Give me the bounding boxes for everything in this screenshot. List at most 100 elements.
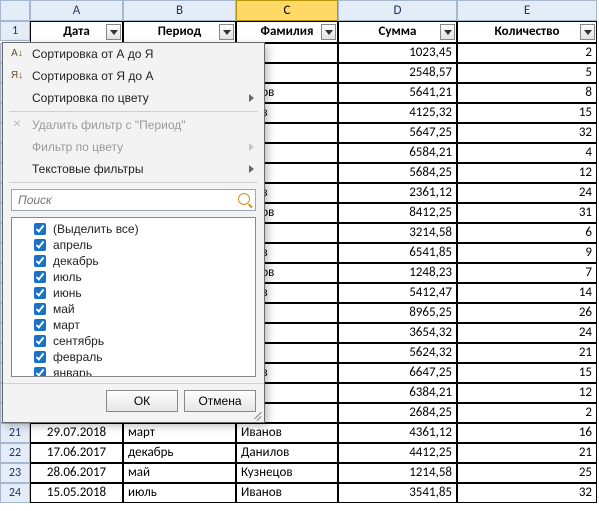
col-header-c[interactable]: C (236, 0, 338, 21)
cell[interactable]: 5647,25 (338, 123, 457, 143)
cell[interactable]: 6384,21 (338, 383, 457, 403)
sort-by-color-item[interactable]: Сортировка по цвету (3, 87, 264, 109)
cell[interactable]: 5684,25 (338, 163, 457, 183)
cell[interactable]: 4361,12 (338, 423, 457, 443)
col-header-a[interactable]: A (30, 0, 123, 21)
cell[interactable]: 1248,23 (338, 263, 457, 283)
ok-button[interactable]: ОК (106, 390, 178, 412)
cell[interactable]: 29.07.2018 (30, 423, 123, 443)
cell[interactable]: 15.05.2018 (30, 483, 123, 503)
cell[interactable]: 1023,45 (338, 43, 457, 63)
cell[interactable]: май (123, 463, 236, 483)
cell[interactable]: 1214,58 (338, 463, 457, 483)
cell[interactable]: 26 (457, 303, 597, 323)
row-header[interactable]: 21 (0, 423, 30, 443)
filter-value-item[interactable]: июнь (16, 285, 251, 301)
filter-dropdown-icon[interactable] (580, 24, 595, 40)
cell[interactable]: 17.06.2017 (30, 443, 123, 463)
cell[interactable]: 5 (457, 63, 597, 83)
cell[interactable]: 28.06.2017 (30, 463, 123, 483)
filter-value-item[interactable]: декабрь (16, 253, 251, 269)
cell[interactable]: 2361,12 (338, 183, 457, 203)
filter-value-item[interactable]: январь (16, 365, 251, 377)
cell[interactable]: 5624,32 (338, 343, 457, 363)
cell[interactable]: 14 (457, 283, 597, 303)
cell[interactable]: 31 (457, 203, 597, 223)
select-all-corner[interactable] (0, 0, 30, 21)
cell[interactable]: 5641,21 (338, 83, 457, 103)
cell[interactable]: 9 (457, 243, 597, 263)
cell[interactable]: 7 (457, 263, 597, 283)
header-date[interactable]: Дата (30, 21, 123, 43)
header-qty[interactable]: Количество (457, 21, 597, 43)
cell[interactable]: 4 (457, 143, 597, 163)
cell[interactable]: 3541,85 (338, 483, 457, 503)
filter-search-input[interactable] (11, 189, 256, 211)
cell[interactable]: 8965,25 (338, 303, 457, 323)
col-header-b[interactable]: B (123, 0, 236, 21)
filter-value-item[interactable]: апрель (16, 237, 251, 253)
filter-dropdown-icon[interactable] (106, 24, 121, 40)
row-header[interactable]: 22 (0, 443, 30, 463)
cell[interactable]: 12 (457, 163, 597, 183)
cell[interactable]: 16 (457, 423, 597, 443)
cell[interactable]: 3214,58 (338, 223, 457, 243)
cell[interactable]: 12 (457, 383, 597, 403)
cell[interactable]: 2 (457, 403, 597, 423)
cell[interactable]: 24 (457, 323, 597, 343)
filter-dropdown-icon[interactable] (321, 24, 336, 40)
cell[interactable]: Иванов (236, 483, 338, 503)
cell[interactable]: 21 (457, 343, 597, 363)
cell[interactable]: 25 (457, 463, 597, 483)
cell[interactable]: 2684,25 (338, 403, 457, 423)
filter-dropdown-icon[interactable] (440, 24, 455, 40)
row-header[interactable]: 24 (0, 483, 30, 503)
cell[interactable]: декабрь (123, 443, 236, 463)
header-period[interactable]: Период (123, 21, 236, 43)
filter-value-item[interactable]: март (16, 317, 251, 333)
cell[interactable]: 8412,25 (338, 203, 457, 223)
sort-asc-item[interactable]: А↓ Сортировка от А до Я (3, 43, 264, 65)
cell[interactable]: 6 (457, 223, 597, 243)
separator (9, 111, 258, 112)
filter-value-item[interactable]: июль (16, 269, 251, 285)
cell[interactable]: июль (123, 483, 236, 503)
filter-value-item[interactable]: февраль (16, 349, 251, 365)
cell[interactable]: 5412,47 (338, 283, 457, 303)
resize-grip-icon[interactable] (253, 411, 263, 421)
header-sum[interactable]: Сумма (338, 21, 457, 43)
cell[interactable]: 8 (457, 83, 597, 103)
cell[interactable]: 6584,21 (338, 143, 457, 163)
cancel-button[interactable]: Отмена (184, 390, 256, 412)
cell[interactable]: 2 (457, 43, 597, 63)
check-label: (Выделить все) (53, 222, 139, 236)
cell[interactable]: 2548,57 (338, 63, 457, 83)
cell[interactable]: март (123, 423, 236, 443)
cell[interactable]: 4412,25 (338, 443, 457, 463)
cell[interactable]: 6647,25 (338, 363, 457, 383)
filter-dropdown-icon[interactable] (219, 24, 234, 40)
cell[interactable]: 3654,32 (338, 323, 457, 343)
sort-desc-item[interactable]: Я↓ Сортировка от Я до А (3, 65, 264, 87)
cell[interactable]: 32 (457, 123, 597, 143)
cell[interactable]: 6541,85 (338, 243, 457, 263)
cell[interactable]: Кузнецов (236, 463, 338, 483)
row-header[interactable]: 1 (0, 21, 30, 41)
cell[interactable]: 15 (457, 363, 597, 383)
col-header-e[interactable]: E (457, 0, 597, 21)
row-header[interactable]: 23 (0, 463, 30, 483)
header-surname[interactable]: Фамилия (236, 21, 338, 43)
col-header-d[interactable]: D (338, 0, 457, 21)
select-all-checkbox[interactable]: (Выделить все) (16, 221, 251, 237)
cell[interactable]: Данилов (236, 443, 338, 463)
cell[interactable]: 24 (457, 183, 597, 203)
cell[interactable]: Иванов (236, 423, 338, 443)
filter-value-item[interactable]: май (16, 301, 251, 317)
cell[interactable]: 15 (457, 103, 597, 123)
cell[interactable]: 21 (457, 443, 597, 463)
filter-value-item[interactable]: сентябрь (16, 333, 251, 349)
text-filters-item[interactable]: Текстовые фильтры (3, 158, 264, 180)
cell[interactable]: 4125,32 (338, 103, 457, 123)
cell[interactable]: 32 (457, 483, 597, 503)
filter-values-list[interactable]: (Выделить все) апрель декабрь июль июнь … (11, 217, 256, 377)
